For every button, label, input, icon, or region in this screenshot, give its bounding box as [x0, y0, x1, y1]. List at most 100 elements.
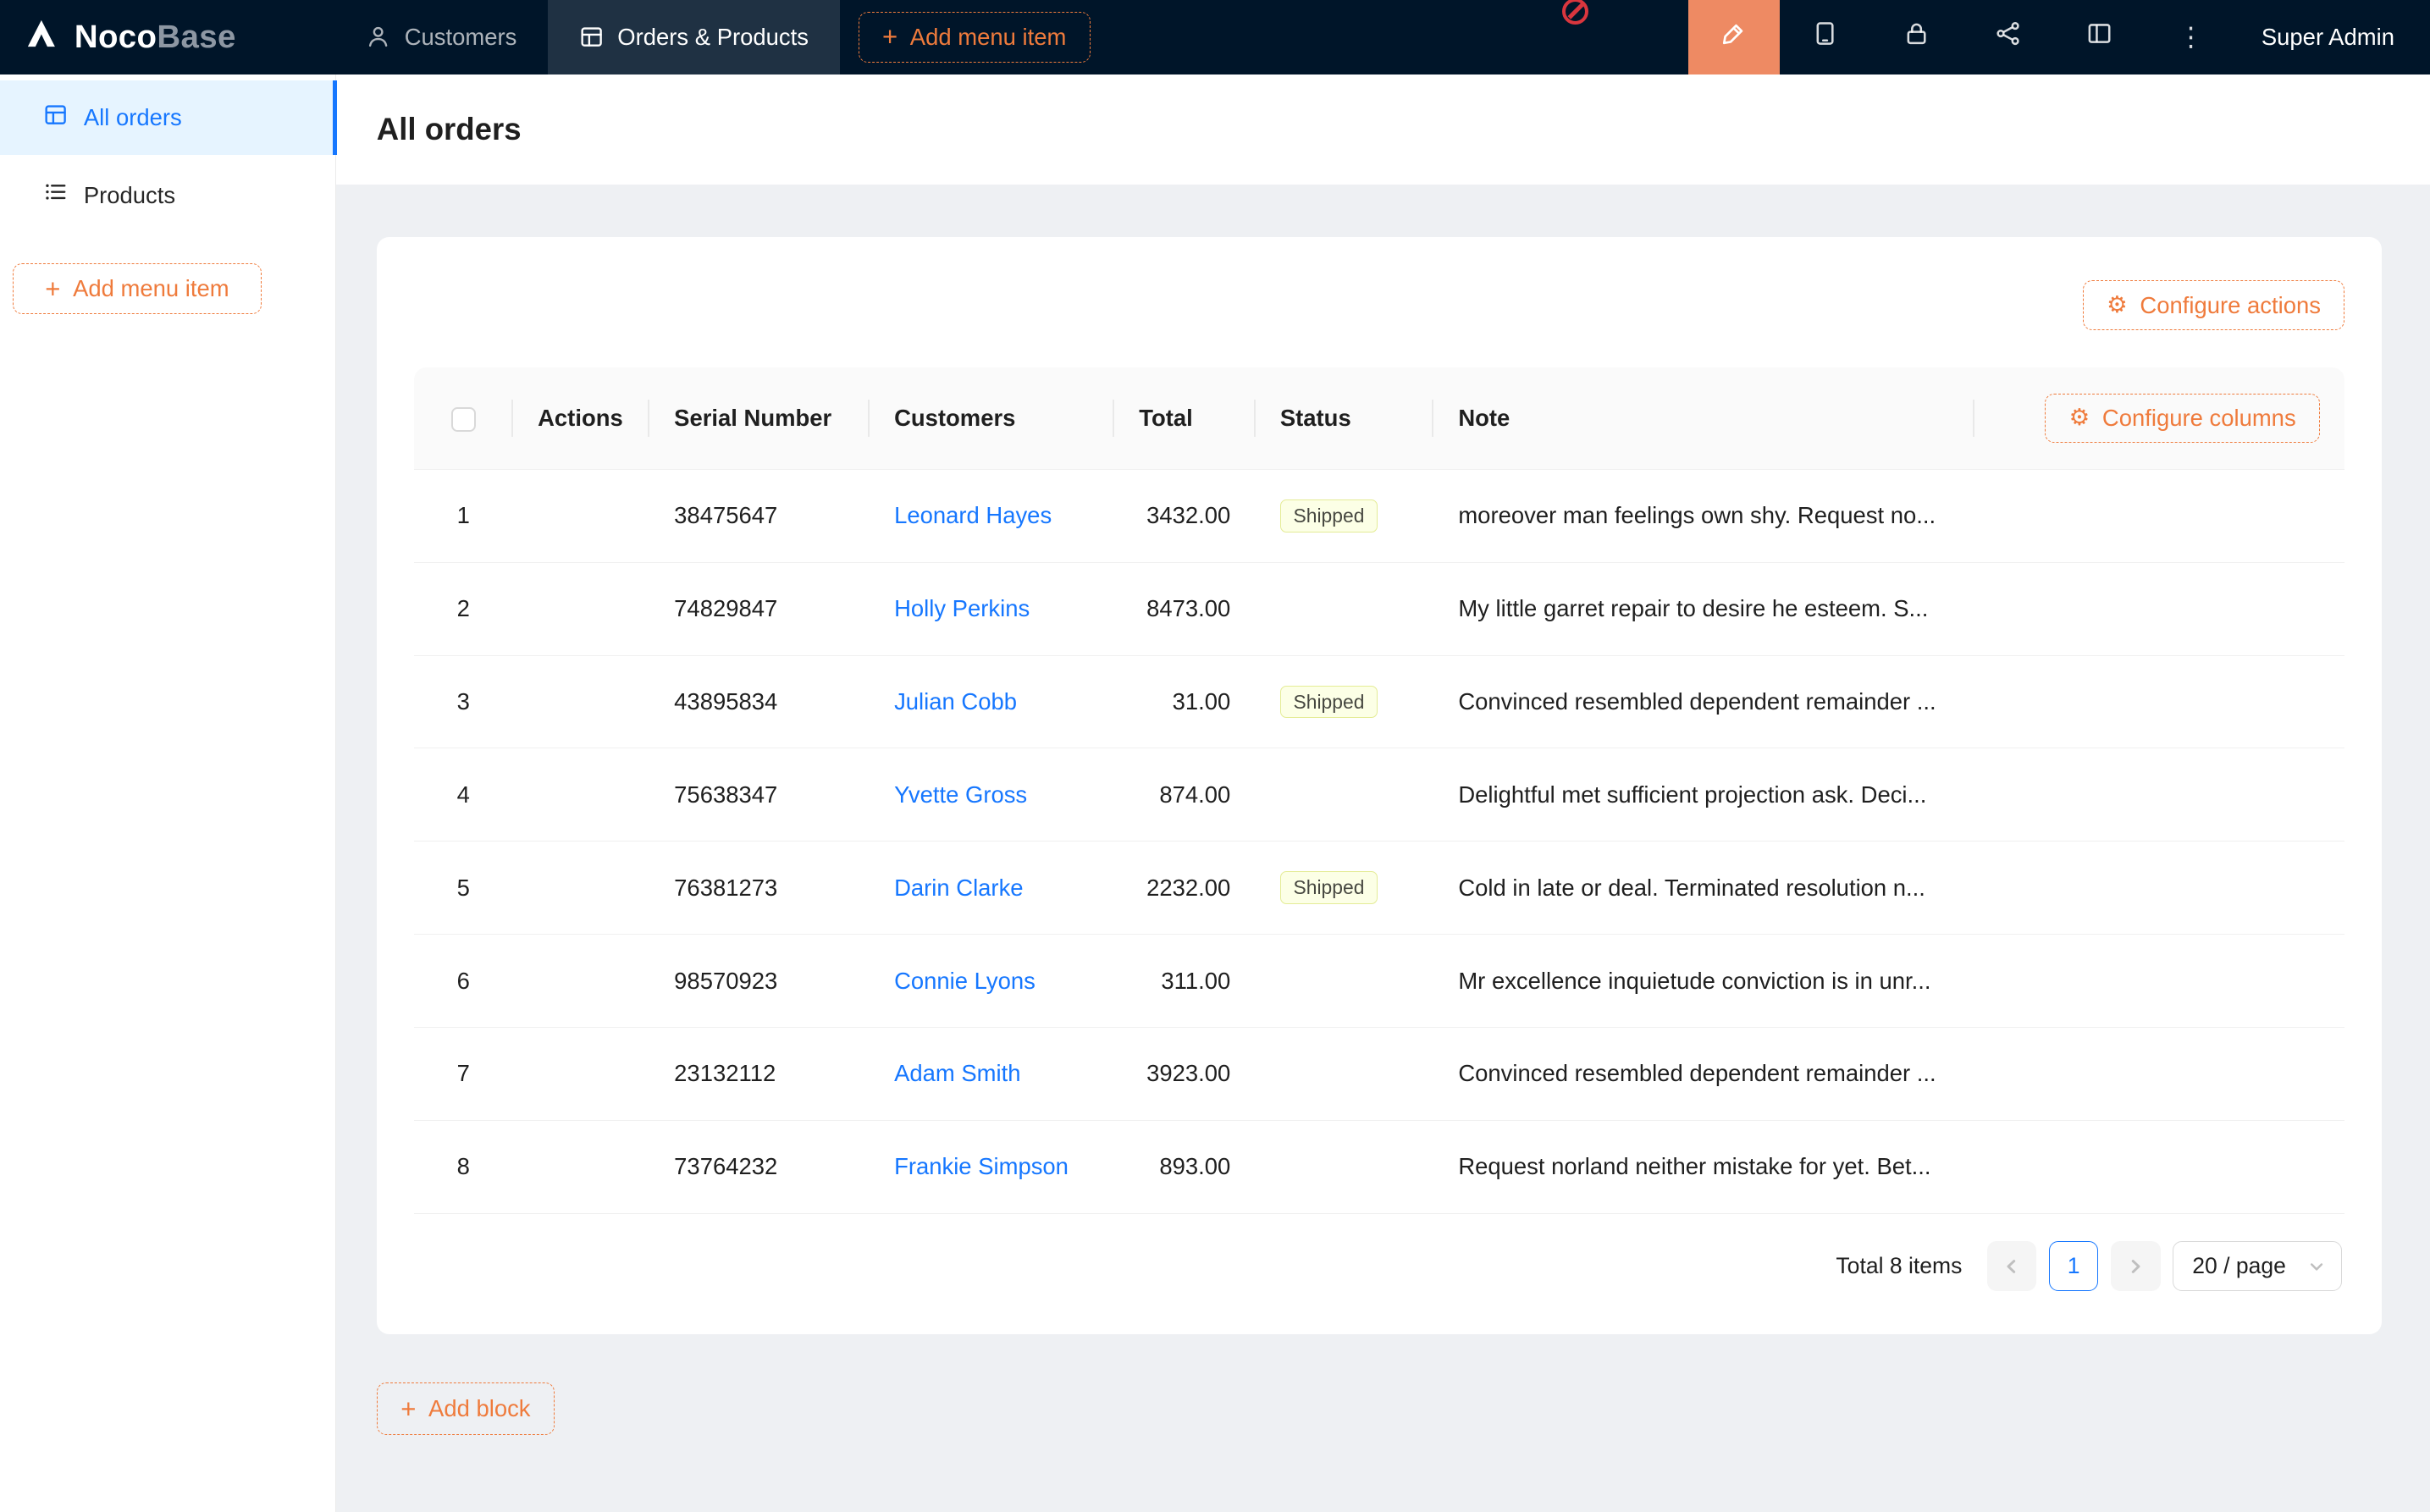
row-actions-cell: [513, 935, 649, 1028]
customer-link[interactable]: Leonard Hayes: [894, 502, 1052, 528]
row-serial-number: 74829847: [649, 562, 870, 655]
orders-table-body: 138475647Leonard Hayes3432.00Shippedmore…: [414, 470, 2345, 1214]
page-size-value: 20 / page: [2192, 1253, 2286, 1279]
row-index: 1: [414, 470, 513, 563]
row-serial-number: 73764232: [649, 1120, 870, 1213]
configure-columns-button[interactable]: ⚙ Configure columns: [2045, 394, 2320, 444]
row-spacer-cell: [1974, 562, 2345, 655]
row-note: moreover man feelings own shy. Request n…: [1433, 470, 1974, 563]
row-spacer-cell: [1974, 842, 2345, 935]
customer-link[interactable]: Yvette Gross: [894, 781, 1027, 808]
row-total: 8473.00: [1114, 562, 1256, 655]
sidebar: All orders Products + Add menu item: [0, 74, 336, 1512]
row-status-cell: Shipped: [1256, 655, 1433, 748]
select-all-checkbox[interactable]: [451, 407, 476, 432]
row-total: 311.00: [1114, 935, 1256, 1028]
customer-link[interactable]: Holly Perkins: [894, 595, 1030, 621]
brand-light: Base: [157, 19, 235, 55]
user-menu[interactable]: Super Admin: [2237, 24, 2430, 51]
sidebar-item-all-orders[interactable]: All orders: [0, 80, 335, 155]
configure-actions-button[interactable]: ⚙ Configure actions: [2083, 280, 2345, 330]
row-note: Convinced resembled dependent remainder …: [1433, 1027, 1974, 1120]
more-options-button[interactable]: ⋮: [2146, 0, 2237, 74]
prev-page-button[interactable]: [1987, 1241, 2037, 1291]
table-toolbar: ⚙ Configure actions: [414, 280, 2345, 330]
ui-editor-button[interactable]: [1688, 0, 1780, 74]
row-note: My little garret repair to desire he est…: [1433, 562, 1974, 655]
app-window: NocoBase Customers Orders & Products + A…: [0, 0, 2430, 1512]
plus-icon: +: [400, 1396, 416, 1422]
table-row: 723132112Adam Smith3923.00Convinced rese…: [414, 1027, 2345, 1120]
row-total: 3432.00: [1114, 470, 1256, 563]
column-header-customers[interactable]: Customers: [870, 367, 1114, 470]
pagination-total: Total 8 items: [1836, 1253, 1962, 1279]
row-spacer-cell: [1974, 748, 2345, 842]
sidebar-item-products[interactable]: Products: [0, 158, 335, 233]
row-note: Request norland neither mistake for yet.…: [1433, 1120, 1974, 1213]
sidebar-item-label: Products: [84, 182, 175, 209]
row-spacer-cell: [1974, 1120, 2345, 1213]
gear-icon: ⚙: [2107, 294, 2128, 317]
customer-link[interactable]: Adam Smith: [894, 1060, 1020, 1086]
plus-icon: +: [882, 24, 897, 50]
content-area: All orders ⚙ Configure actions: [336, 74, 2430, 1512]
page-number-button[interactable]: 1: [2049, 1241, 2099, 1291]
page-title: All orders: [377, 112, 522, 147]
row-spacer-cell: [1974, 655, 2345, 748]
api-nodes-button[interactable]: [1963, 0, 2054, 74]
nav-item-orders-products[interactable]: Orders & Products: [548, 0, 840, 74]
row-status-cell: Shipped: [1256, 842, 1433, 935]
layout-button[interactable]: [2054, 0, 2146, 74]
lock-icon: [1903, 20, 1930, 53]
row-index: 8: [414, 1120, 513, 1213]
nocobase-logo[interactable]: NocoBase: [0, 14, 334, 60]
nav-item-label: Customers: [405, 24, 517, 51]
column-header-status[interactable]: Status: [1256, 367, 1433, 470]
row-spacer-cell: [1974, 935, 2345, 1028]
permissions-button[interactable]: [1871, 0, 1963, 74]
configure-columns-label: Configure columns: [2102, 405, 2296, 432]
content-body: ⚙ Configure actions Actions: [336, 185, 2430, 1512]
add-menu-item-button-topnav[interactable]: + Add menu item: [859, 12, 1091, 63]
row-actions-cell: [513, 1027, 649, 1120]
list-icon: [43, 179, 68, 210]
row-total: 893.00: [1114, 1120, 1256, 1213]
chevron-left-icon: [2002, 1257, 2021, 1276]
row-serial-number: 43895834: [649, 655, 870, 748]
mobile-client-button[interactable]: [1780, 0, 1871, 74]
nav-item-customers[interactable]: Customers: [334, 0, 548, 74]
row-actions-cell: [513, 842, 649, 935]
add-block-button[interactable]: + Add block: [377, 1382, 555, 1435]
tablet-icon: [1812, 20, 1838, 53]
next-page-button[interactable]: [2111, 1241, 2161, 1291]
table-row: 8 73764232 Frankie Simpson 893.00 Request no…: [414, 1120, 2345, 1213]
column-header-actions[interactable]: Actions: [513, 367, 649, 470]
topnav-right-actions: ⋮ Super Admin: [1688, 0, 2430, 74]
row-actions-cell: [513, 562, 649, 655]
pagination: Total 8 items 1: [417, 1241, 2341, 1291]
row-index: 3: [414, 655, 513, 748]
main-menu: Customers Orders & Products + Add menu i…: [334, 0, 1090, 74]
column-header-total[interactable]: Total: [1114, 367, 1256, 470]
row-status-cell: [1256, 1120, 1433, 1213]
row-total: 3923.00: [1114, 1027, 1256, 1120]
row-status-cell: Shipped: [1256, 470, 1433, 563]
row-serial-number: 98570923: [649, 935, 870, 1028]
add-block-label: Add block: [428, 1395, 531, 1422]
column-header-serial-number[interactable]: Serial Number: [649, 367, 870, 470]
brand-name: NocoBase: [75, 19, 236, 56]
customer-link[interactable]: Connie Lyons: [894, 968, 1036, 994]
row-note: Cold in late or deal. Terminated resolut…: [1433, 842, 1974, 935]
share-nodes-icon: [1995, 20, 2021, 53]
page-size-select[interactable]: 20 / page: [2173, 1241, 2342, 1291]
add-menu-item-button-sidebar[interactable]: + Add menu item: [13, 263, 262, 314]
status-badge: Shipped: [1280, 686, 1378, 719]
row-actions-cell: [513, 748, 649, 842]
table-row: 274829847Holly Perkins8473.00My little g…: [414, 562, 2345, 655]
customer-link[interactable]: Julian Cobb: [894, 688, 1017, 715]
customer-link[interactable]: Frankie Simpson: [894, 1153, 1069, 1179]
column-header-note[interactable]: Note: [1433, 367, 1974, 470]
ellipsis-vertical-icon: ⋮: [2178, 22, 2204, 52]
customer-link[interactable]: Darin Clarke: [894, 875, 1023, 901]
row-actions-cell: [513, 655, 649, 748]
